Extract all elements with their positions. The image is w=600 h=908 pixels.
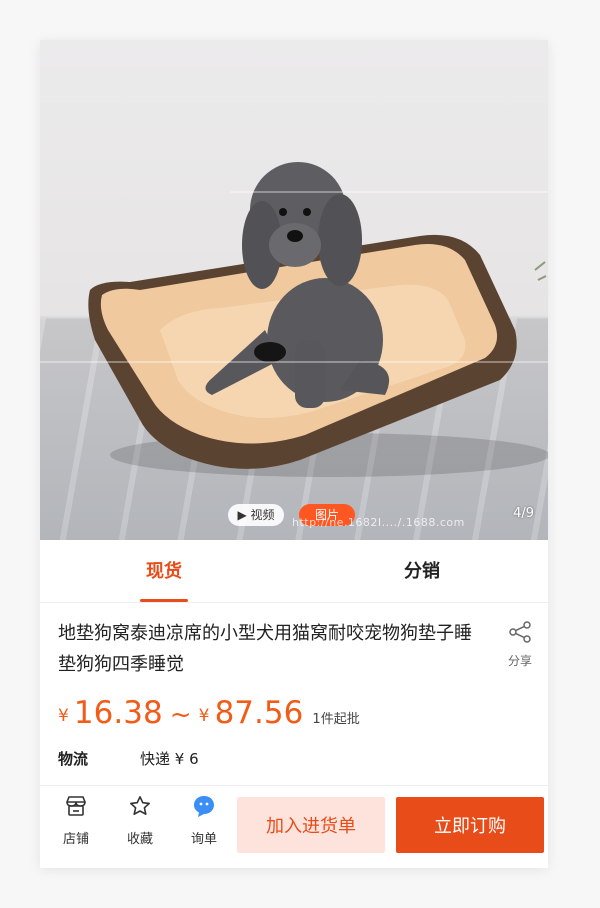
share-label: 分享 bbox=[507, 654, 532, 668]
share-icon bbox=[509, 621, 531, 643]
dog-on-bed-illustration bbox=[40, 162, 548, 477]
price-high: 87.56 bbox=[214, 695, 304, 731]
inquiry-label: 询单 bbox=[190, 832, 217, 847]
buy-now-button[interactable]: 立即订购 bbox=[396, 797, 544, 853]
store-label: 店铺 bbox=[62, 832, 89, 847]
product-title: 地垫狗窝泰迪凉席的小型犬用猫窝耐咬宠物狗垫子睡垫狗狗四季睡觉 bbox=[58, 623, 472, 675]
logistics-label: 物流 bbox=[58, 750, 89, 768]
favorite-button[interactable]: 收藏 bbox=[112, 794, 168, 847]
star-icon bbox=[130, 796, 150, 815]
currency-symbol: ¥ bbox=[58, 706, 69, 726]
tab-in-stock[interactable]: 现货 bbox=[130, 540, 198, 602]
currency-symbol: ¥ bbox=[198, 706, 210, 726]
share-button[interactable]: 分享 bbox=[502, 620, 538, 669]
product-card: ▶ 视频 图片 http://ne.1682I..../.1688.com 4/… bbox=[40, 40, 548, 868]
add-to-cart-button[interactable]: 加入进货单 bbox=[237, 797, 385, 853]
tab-distribution[interactable]: 分销 bbox=[388, 540, 456, 602]
video-toggle-button[interactable]: ▶ 视频 bbox=[228, 504, 284, 526]
logistics-row: 物流 快递 ¥ 6 bbox=[58, 748, 199, 769]
inquiry-button[interactable]: 询单 bbox=[176, 794, 232, 847]
product-image[interactable]: ▶ 视频 图片 http://ne.1682I..../.1688.com 4/… bbox=[40, 40, 548, 540]
tab-bar: 现货 分销 bbox=[40, 540, 548, 603]
store-button[interactable]: 店铺 bbox=[48, 794, 104, 847]
shipping-fee: 快递 ¥ 6 bbox=[140, 750, 199, 768]
image-watermark: http://ne.1682I..../.1688.com bbox=[292, 516, 465, 529]
price-low: 16.38 bbox=[73, 695, 163, 731]
favorite-label: 收藏 bbox=[126, 832, 153, 847]
price-separator: ~ bbox=[169, 700, 192, 730]
bottom-action-bar: 店铺 收藏 询单 加入进货单 立即订购 bbox=[40, 785, 548, 868]
price-range: ¥ 16.38 ~ ¥ 87.56 1件起批 bbox=[58, 695, 360, 731]
minimum-order: 1件起批 bbox=[312, 712, 360, 727]
image-counter: 4/9 bbox=[513, 506, 534, 521]
store-icon bbox=[66, 796, 86, 816]
chat-icon bbox=[194, 796, 214, 817]
